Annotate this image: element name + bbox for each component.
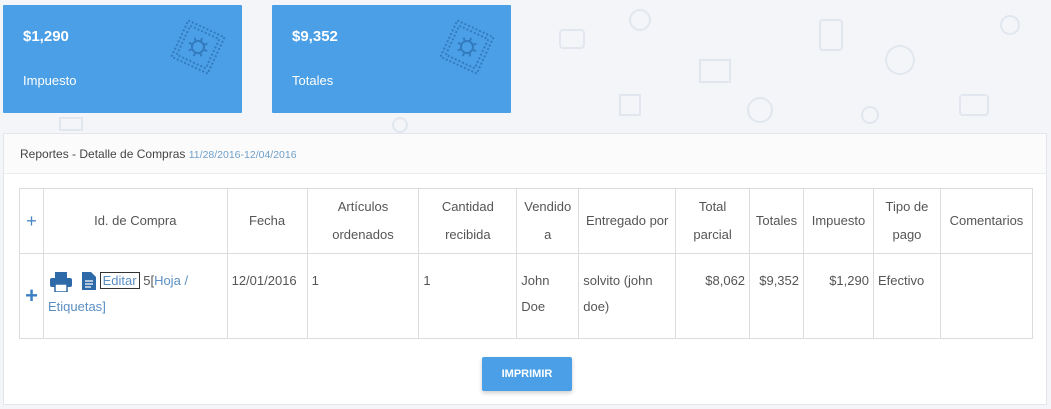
col-qty-received[interactable]: Cantidad recibida — [418, 188, 518, 254]
table-row: + Editar 5[Hoja / Etiquetas] 12/01/2016 … — [19, 253, 1034, 339]
sheet-link[interactable]: Hoja — [154, 273, 181, 288]
tax-cell: $1,290 — [803, 253, 874, 339]
qty-received-cell: 1 — [418, 253, 518, 339]
items-ordered-cell: 1 — [306, 253, 420, 339]
tax-stat-card: $1,290 Impuesto — [3, 5, 242, 113]
col-comments[interactable]: Comentarios — [939, 188, 1034, 254]
report-panel: Reportes - Detalle de Compras 11/28/2016… — [3, 133, 1047, 405]
col-totals[interactable]: Totales — [749, 188, 804, 254]
comments-cell — [939, 253, 1034, 339]
labels-link[interactable]: Etiquetas — [48, 299, 102, 314]
date-cell: 12/01/2016 — [226, 253, 308, 339]
col-delivered-by[interactable]: Entregado por — [578, 188, 677, 254]
badge-icon — [170, 19, 226, 75]
purchase-detail-table: + Id. de Compra Fecha Artículos ordenado… — [19, 188, 1034, 339]
tax-amount: $1,290 — [23, 28, 69, 45]
panel-title: Reportes - Detalle de Compras — [20, 147, 186, 161]
col-purchase-id[interactable]: Id. de Compra — [42, 188, 228, 254]
col-date[interactable]: Fecha — [226, 188, 308, 254]
purchase-id-cell: Editar 5[Hoja / Etiquetas] — [42, 253, 228, 339]
subtotal-cell: $8,062 — [675, 253, 751, 339]
col-sold-to[interactable]: Vendido a — [516, 188, 580, 254]
expand-all-button[interactable]: + — [19, 188, 44, 254]
tax-label: Impuesto — [23, 73, 77, 88]
printer-icon[interactable] — [49, 271, 72, 292]
close-bracket: ] — [102, 299, 106, 314]
document-icon[interactable] — [81, 271, 96, 290]
date-range: 11/28/2016-12/04/2016 — [188, 149, 297, 161]
totals-amount: $9,352 — [292, 28, 338, 45]
sold-to-cell: John Doe — [516, 253, 580, 339]
col-payment-type[interactable]: Tipo de pago — [872, 188, 941, 254]
panel-header: Reportes - Detalle de Compras 11/28/2016… — [4, 134, 1046, 174]
col-tax[interactable]: Impuesto — [803, 188, 874, 254]
totals-label: Totales — [292, 73, 334, 88]
expand-row-button[interactable]: + — [19, 253, 44, 339]
table-header-row: + Id. de Compra Fecha Artículos ordenado… — [19, 188, 1034, 254]
print-button[interactable]: IMPRIMIR — [482, 357, 572, 391]
totals-cell: $9,352 — [749, 253, 804, 339]
totals-stat-card: $9,352 Totales — [272, 5, 511, 113]
badge-icon — [439, 19, 495, 75]
col-items-ordered[interactable]: Artículos ordenados — [306, 188, 420, 254]
delivered-by-cell: solvito (john doe) — [578, 253, 677, 339]
col-subtotal[interactable]: Total parcial — [675, 188, 751, 254]
payment-type-cell: Efectivo — [872, 253, 941, 339]
link-separator: / — [184, 273, 189, 288]
edit-link[interactable]: Editar — [99, 272, 140, 289]
